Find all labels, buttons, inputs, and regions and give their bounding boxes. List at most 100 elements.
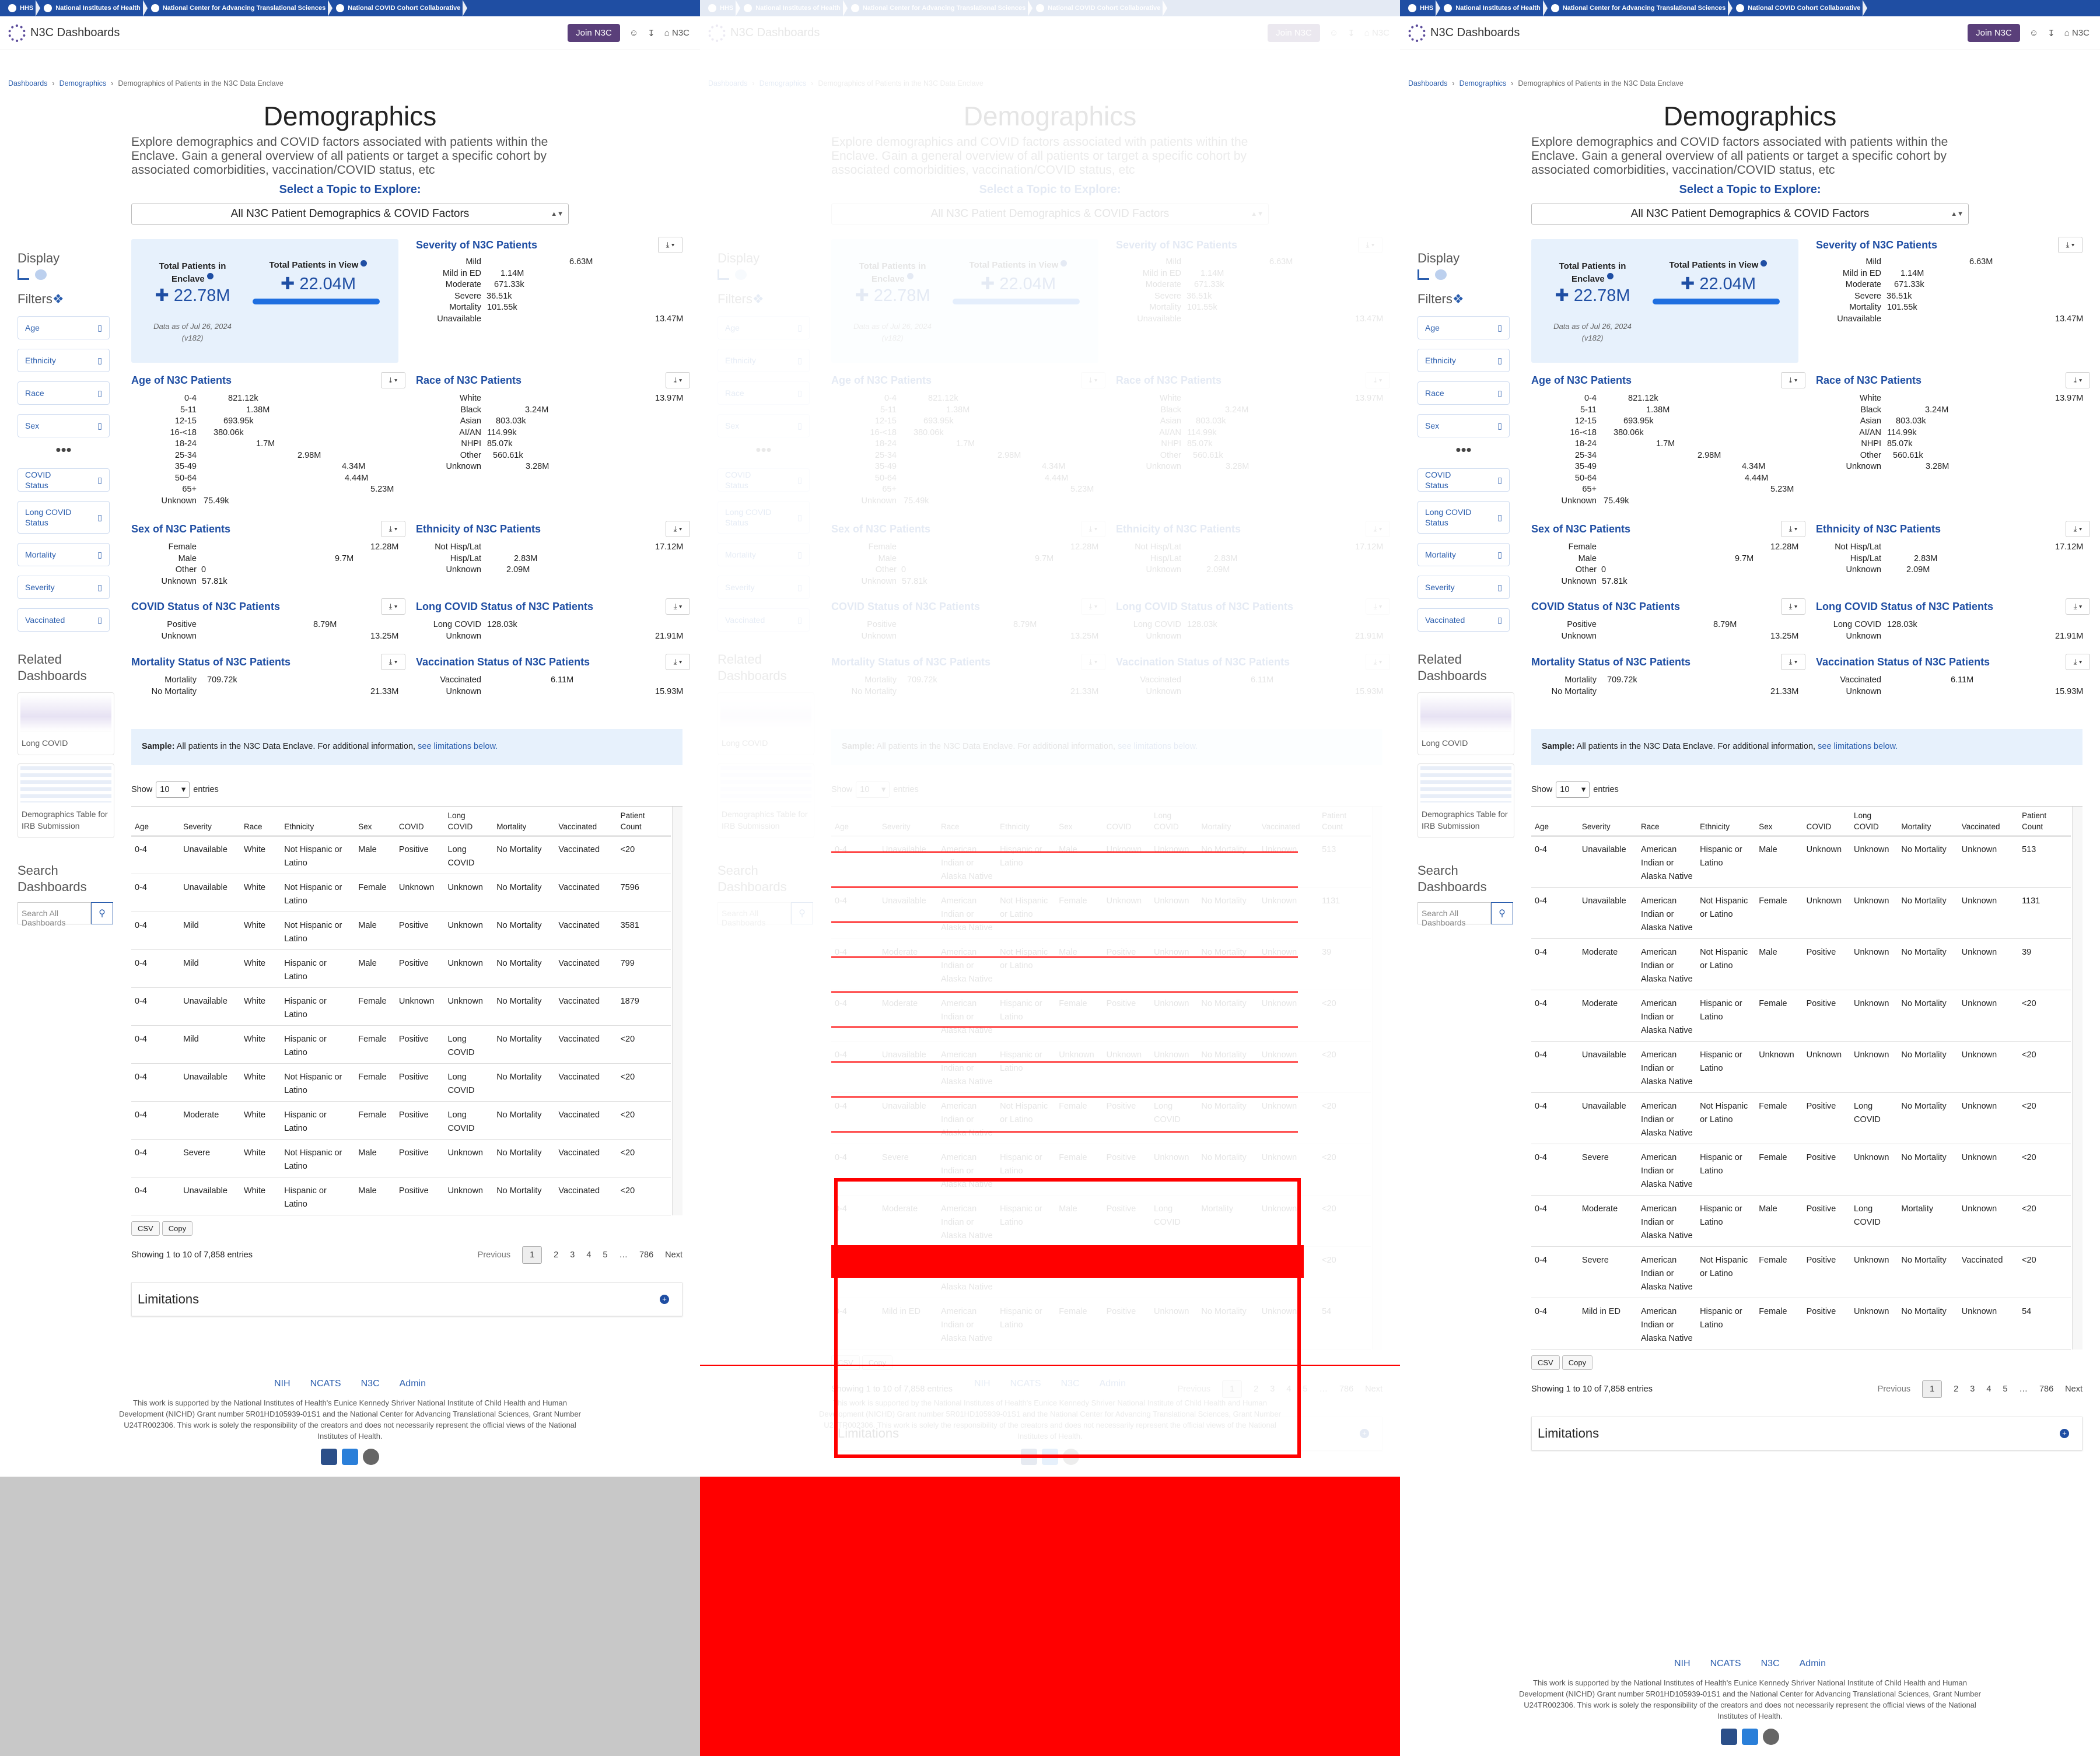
chart-bar[interactable]: Other 560.61k bbox=[416, 450, 690, 462]
column-header[interactable]: Mortality bbox=[1198, 807, 1258, 836]
users-icon[interactable]: ☺ bbox=[1329, 28, 1338, 38]
topic-select[interactable]: All N3C Patient Demographics & COVID Fac… bbox=[831, 204, 1269, 225]
chart-download-icon[interactable]: ⤓ ▾ bbox=[1366, 521, 1390, 537]
pie-chart-icon[interactable] bbox=[735, 269, 747, 280]
chart-bar[interactable]: Unknown 3.28M bbox=[416, 461, 690, 473]
chart-download-icon[interactable]: ⤓ ▾ bbox=[2066, 372, 2090, 388]
column-header[interactable]: Long COVID bbox=[1850, 807, 1898, 836]
search-input[interactable]: Search All Dashboards bbox=[18, 902, 91, 927]
brand[interactable]: N3C Dashboards bbox=[1408, 24, 1520, 42]
chart-bar[interactable]: 50-64 4.44M bbox=[131, 473, 405, 485]
chart-bar[interactable]: 65+ 5.23M bbox=[831, 484, 1105, 496]
column-header[interactable]: Race bbox=[240, 807, 281, 836]
filter-mortality[interactable]: Mortality ▯ bbox=[18, 543, 110, 566]
column-header[interactable]: Mortality bbox=[493, 807, 555, 836]
chart-bar[interactable]: Positive 8.79M bbox=[1531, 619, 1805, 631]
chart-bar[interactable]: 35-49 4.34M bbox=[131, 461, 405, 473]
page-3[interactable]: 3 bbox=[1970, 1385, 1975, 1394]
chart-bar[interactable]: Unknown 15.93M bbox=[1816, 686, 2090, 698]
column-header[interactable]: Ethnicity bbox=[1696, 807, 1756, 836]
column-header[interactable]: Age bbox=[131, 807, 180, 836]
chart-bar[interactable]: Mild in ED 1.14M bbox=[1116, 268, 1382, 280]
chart-bar[interactable]: Asian 803.03k bbox=[1116, 416, 1390, 427]
chart-download-icon[interactable]: ⤓ ▾ bbox=[2066, 521, 2090, 537]
related-demographics-table[interactable]: Demographics Table for IRB Submission bbox=[718, 763, 814, 838]
filter-long-covid-status[interactable]: Long COVID Status ▯ bbox=[1418, 501, 1510, 534]
banner-item[interactable]: National Center for Advancing Translatio… bbox=[846, 0, 1032, 16]
more-filters-icon[interactable]: ••• bbox=[18, 441, 110, 459]
download-icon[interactable]: ↧ bbox=[648, 28, 655, 38]
chart-bar[interactable]: Mortality 101.55k bbox=[416, 302, 682, 314]
chart-download-icon[interactable]: ⤓ ▾ bbox=[2066, 598, 2090, 615]
chart-bar[interactable]: 12-15 693.95k bbox=[831, 416, 1105, 427]
chart-bar[interactable]: Black 3.24M bbox=[1816, 405, 2090, 416]
related-demographics-table[interactable]: Demographics Table for IRB Submission bbox=[18, 763, 114, 838]
breadcrumb-demographics[interactable]: Demographics bbox=[1460, 79, 1507, 87]
filter-severity[interactable]: Severity ▯ bbox=[1418, 576, 1510, 599]
next-button[interactable]: Next bbox=[2065, 1385, 2082, 1394]
chart-bar[interactable]: Mild in ED 1.14M bbox=[1816, 268, 2082, 280]
chart-bar[interactable]: 35-49 4.34M bbox=[831, 461, 1105, 473]
chart-bar[interactable]: Long COVID 128.03k bbox=[416, 619, 690, 631]
column-header[interactable]: Severity bbox=[180, 807, 240, 836]
chart-bar[interactable]: Unavailable 13.47M bbox=[416, 314, 683, 325]
chart-bar[interactable]: Not Hisp/Lat 17.12M bbox=[1116, 542, 1390, 553]
chart-bar[interactable]: Long COVID 128.03k bbox=[1116, 619, 1390, 631]
topic-select[interactable]: All N3C Patient Demographics & COVID Fac… bbox=[1531, 204, 1969, 225]
banner-item[interactable]: HHS bbox=[704, 0, 741, 16]
chart-bar[interactable]: 16-<18 380.06k bbox=[831, 427, 1105, 439]
chart-bar[interactable]: Mortality 709.72k bbox=[131, 675, 405, 686]
limitations-link[interactable]: see limitations below. bbox=[1818, 742, 1898, 751]
filter-sex[interactable]: Sex ▯ bbox=[1418, 414, 1510, 437]
page-4[interactable]: 4 bbox=[1986, 1385, 1991, 1394]
column-header[interactable]: Race bbox=[1637, 807, 1697, 836]
chart-bar[interactable]: Mortality 101.55k bbox=[1116, 302, 1382, 314]
chart-download-icon[interactable]: ⤓ ▾ bbox=[658, 237, 682, 253]
chart-bar[interactable]: AI/AN 114.99k bbox=[1116, 427, 1390, 439]
info-icon[interactable] bbox=[907, 273, 914, 279]
column-header[interactable]: Ethnicity bbox=[281, 807, 355, 836]
filter-age[interactable]: Age ▯ bbox=[18, 316, 110, 339]
banner-item[interactable]: HHS bbox=[1404, 0, 1441, 16]
info-icon[interactable] bbox=[206, 273, 214, 279]
chart-download-icon[interactable]: ⤓ ▾ bbox=[1366, 654, 1390, 670]
page-2[interactable]: 2 bbox=[554, 1250, 558, 1260]
table-scrollbar[interactable] bbox=[672, 807, 682, 1215]
mail-icon[interactable] bbox=[321, 1449, 337, 1465]
filter-sex[interactable]: Sex ▯ bbox=[18, 414, 110, 437]
chart-bar[interactable]: 50-64 4.44M bbox=[1531, 473, 1805, 485]
bar-chart-icon[interactable] bbox=[718, 269, 729, 280]
chart-bar[interactable]: 65+ 5.23M bbox=[1531, 484, 1805, 496]
page-3[interactable]: 3 bbox=[570, 1250, 575, 1260]
pie-chart-icon[interactable] bbox=[1435, 269, 1447, 280]
n3c-home-link[interactable]: ⌂ N3C bbox=[1364, 28, 1390, 38]
chart-bar[interactable]: Unknown 15.93M bbox=[1116, 686, 1390, 698]
chart-bar[interactable]: 5-11 1.38M bbox=[831, 405, 1105, 416]
info-icon[interactable] bbox=[1060, 260, 1068, 267]
chart-bar[interactable]: 0-4 821.12k bbox=[831, 393, 1105, 405]
chart-download-icon[interactable]: ⤓ ▾ bbox=[1081, 598, 1105, 615]
chart-bar[interactable]: Unavailable 13.47M bbox=[1816, 314, 2083, 325]
footer-link-admin[interactable]: Admin bbox=[1800, 1659, 1826, 1669]
chart-download-icon[interactable]: ⤓ ▾ bbox=[1081, 372, 1105, 388]
footer-link-ncats[interactable]: NCATS bbox=[1710, 1659, 1741, 1669]
related-demographics-table[interactable]: Demographics Table for IRB Submission bbox=[1418, 763, 1514, 838]
info-icon[interactable] bbox=[360, 260, 368, 267]
brand[interactable]: N3C Dashboards bbox=[708, 24, 820, 42]
download-icon[interactable]: ↧ bbox=[1348, 28, 1355, 38]
chart-download-icon[interactable]: ⤓ ▾ bbox=[1081, 521, 1105, 537]
page-786[interactable]: 786 bbox=[2039, 1385, 2053, 1394]
chart-download-icon[interactable]: ⤓ ▾ bbox=[666, 521, 690, 537]
csv-button[interactable]: CSV bbox=[1531, 1355, 1560, 1370]
users-icon[interactable]: ☺ bbox=[2029, 28, 2038, 38]
column-header[interactable]: Severity bbox=[1578, 807, 1637, 836]
filter-covid-status[interactable]: COVID Status ▯ bbox=[18, 468, 110, 492]
chart-bar[interactable]: 25-34 2.98M bbox=[131, 450, 405, 462]
chart-bar[interactable]: Unknown 75.49k bbox=[131, 496, 405, 507]
chart-bar[interactable]: Unknown 15.93M bbox=[416, 686, 690, 698]
previous-button[interactable]: Previous bbox=[478, 1250, 510, 1260]
download-icon[interactable]: ↧ bbox=[2048, 28, 2055, 38]
chart-download-icon[interactable]: ⤓ ▾ bbox=[381, 654, 405, 670]
chart-download-icon[interactable]: ⤓ ▾ bbox=[1781, 654, 1805, 670]
column-header[interactable]: Age bbox=[831, 807, 878, 836]
